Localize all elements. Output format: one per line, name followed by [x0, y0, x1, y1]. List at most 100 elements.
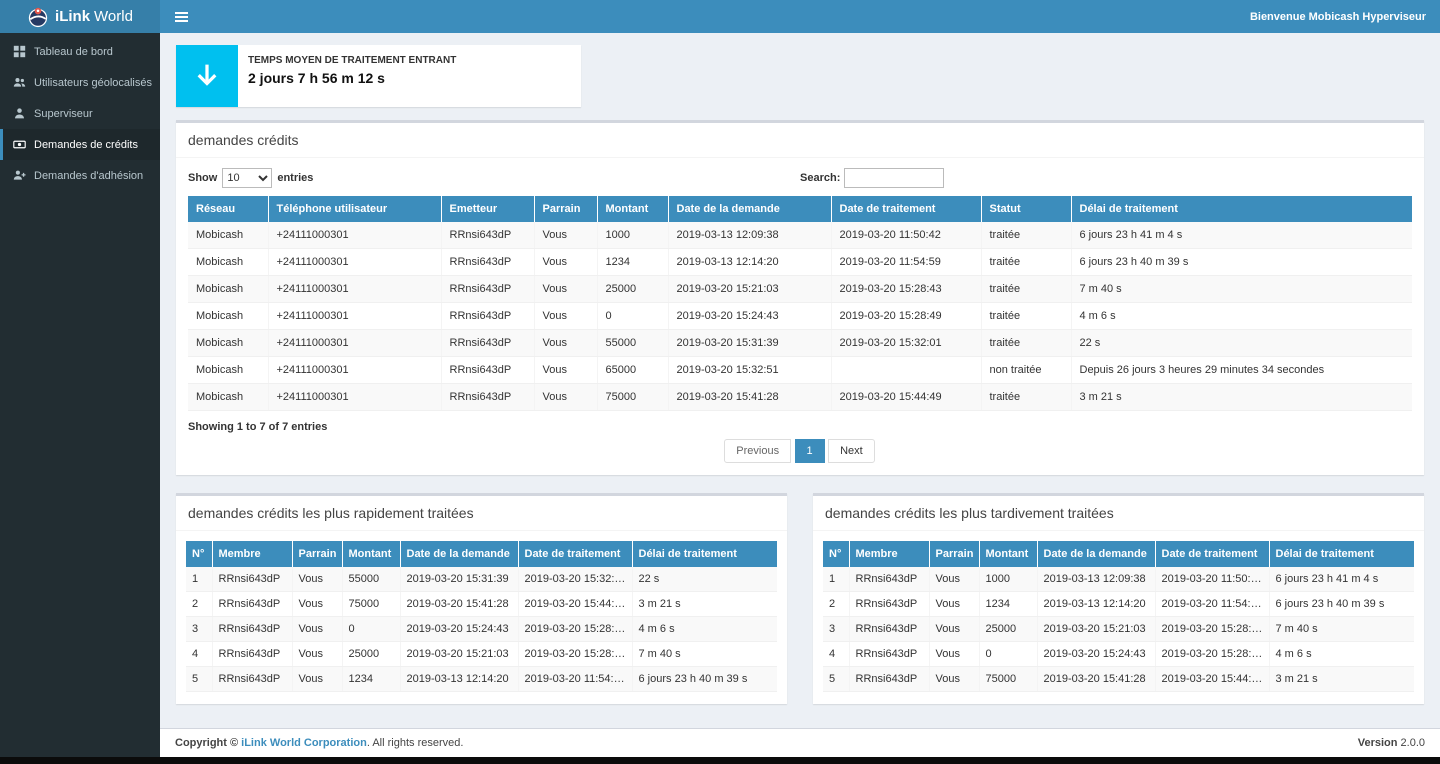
- table-cell: traitée: [981, 330, 1071, 357]
- column-header[interactable]: N°: [823, 541, 849, 567]
- column-header[interactable]: Délai de traitement: [1071, 196, 1412, 222]
- table-cell: 2019-03-20 11:50:42: [831, 222, 981, 249]
- table-cell: Vous: [929, 592, 979, 617]
- table-cell: 6 jours 23 h 41 m 4 s: [1071, 222, 1412, 249]
- column-header[interactable]: Date de la demande: [400, 541, 518, 567]
- table-cell: Vous: [534, 276, 597, 303]
- column-header[interactable]: Montant: [979, 541, 1037, 567]
- column-header[interactable]: Date de traitement: [831, 196, 981, 222]
- table-cell: RRnsi643dP: [441, 384, 534, 411]
- page-length-select[interactable]: 10: [222, 168, 272, 188]
- table-cell: 25000: [342, 642, 400, 667]
- column-header[interactable]: Date de la demande: [668, 196, 831, 222]
- table-cell: 3 m 21 s: [1269, 667, 1414, 692]
- search-input[interactable]: [844, 168, 944, 188]
- version-label: Version: [1358, 737, 1401, 749]
- table-cell: 6 jours 23 h 40 m 39 s: [1071, 249, 1412, 276]
- bottom-panels-row: demandes crédits les plus rapidement tra…: [176, 493, 1424, 704]
- table-row: 1RRnsi643dPVous550002019-03-20 15:31:392…: [186, 567, 777, 592]
- sidebar-item-demandes-d-adhesion[interactable]: Demandes d'adhésion: [0, 160, 160, 191]
- pagination-previous-button[interactable]: Previous: [724, 439, 791, 463]
- sidebar-toggle-button[interactable]: [160, 0, 202, 33]
- table-cell: 4: [823, 642, 849, 667]
- latest-panel: demandes crédits les plus tardivement tr…: [813, 493, 1424, 704]
- table-row: 2RRnsi643dPVous750002019-03-20 15:41:282…: [186, 592, 777, 617]
- table-cell: 2019-03-13 12:14:20: [1037, 592, 1155, 617]
- table-cell: 2019-03-13 12:09:38: [1037, 567, 1155, 592]
- table-cell: Vous: [534, 222, 597, 249]
- column-header[interactable]: Montant: [342, 541, 400, 567]
- table-cell: 55000: [342, 567, 400, 592]
- sidebar-item-utilisateurs-geolocalises[interactable]: Utilisateurs géolocalisés: [0, 67, 160, 98]
- pagination-next-button[interactable]: Next: [828, 439, 875, 463]
- column-header[interactable]: Date de traitement: [1155, 541, 1269, 567]
- column-header[interactable]: Date de traitement: [518, 541, 632, 567]
- column-header[interactable]: Délai de traitement: [632, 541, 777, 567]
- table-cell: 2019-03-20 15:21:03: [1037, 617, 1155, 642]
- column-header[interactable]: Membre: [212, 541, 292, 567]
- column-header[interactable]: Délai de traitement: [1269, 541, 1414, 567]
- column-header[interactable]: Montant: [597, 196, 668, 222]
- table-cell: +24111000301: [268, 276, 441, 303]
- table-cell: 2019-03-13 12:09:38: [668, 222, 831, 249]
- column-header[interactable]: Parrain: [534, 196, 597, 222]
- app-logo[interactable]: iLinkWorld: [0, 0, 160, 33]
- table-row: Mobicash+24111000301RRnsi643dPVous550002…: [188, 330, 1412, 357]
- sidebar-item-label: Tableau de bord: [34, 46, 113, 58]
- table-row: Mobicash+24111000301RRnsi643dPVous02019-…: [188, 303, 1412, 330]
- table-cell: 2019-03-20 15:28:43: [831, 276, 981, 303]
- sidebar-item-superviseur[interactable]: Superviseur: [0, 98, 160, 129]
- fastest-panel-body: N°MembreParrainMontantDate de la demande…: [176, 531, 787, 704]
- users-icon: [13, 76, 27, 89]
- column-header[interactable]: Parrain: [929, 541, 979, 567]
- sidebar-menu: Tableau de bord Utilisateurs géolocalisé…: [0, 36, 160, 191]
- pagination-page-1-button[interactable]: 1: [795, 439, 825, 463]
- table-cell: Depuis 26 jours 3 heures 29 minutes 34 s…: [1071, 357, 1412, 384]
- welcome-user-menu[interactable]: Bienvenue Mobicash Hyperviseur: [1250, 11, 1440, 23]
- table-row: 2RRnsi643dPVous12342019-03-13 12:14:2020…: [823, 592, 1414, 617]
- copyright-text: Copyright © iLink World Corporation. All…: [175, 737, 463, 749]
- brand-globe-icon: [27, 6, 49, 28]
- copyright-label: Copyright ©: [175, 737, 241, 749]
- column-header[interactable]: Emetteur: [441, 196, 534, 222]
- table-cell: 2019-03-20 15:28:43: [518, 642, 632, 667]
- table-cell: RRnsi643dP: [212, 617, 292, 642]
- table-cell: 2019-03-20 15:41:28: [668, 384, 831, 411]
- brand-name-light: World: [94, 8, 133, 25]
- info-box-value: 2 jours 7 h 56 m 12 s: [248, 70, 456, 86]
- column-header[interactable]: Membre: [849, 541, 929, 567]
- sidebar-item-label: Demandes d'adhésion: [34, 170, 143, 182]
- table-cell: 2019-03-20 15:32:01: [831, 330, 981, 357]
- sidebar-item-demandes-de-credits[interactable]: Demandes de crédits: [0, 129, 160, 160]
- credits-panel: demandes crédits Show 10 entries Search:…: [176, 120, 1424, 475]
- table-cell: 2019-03-20 15:41:28: [400, 592, 518, 617]
- table-cell: 2019-03-20 15:24:43: [1037, 642, 1155, 667]
- sidebar-item-tableau-de-bord[interactable]: Tableau de bord: [0, 36, 160, 67]
- column-header[interactable]: N°: [186, 541, 212, 567]
- column-header[interactable]: Réseau: [188, 196, 268, 222]
- table-cell: 1234: [979, 592, 1037, 617]
- table-cell: 2019-03-20 15:21:03: [668, 276, 831, 303]
- table-cell: +24111000301: [268, 384, 441, 411]
- table-cell: traitée: [981, 222, 1071, 249]
- table-cell: RRnsi643dP: [441, 357, 534, 384]
- column-header[interactable]: Téléphone utilisateur: [268, 196, 441, 222]
- brand-name-bold: iLink: [55, 8, 90, 25]
- table-cell: Vous: [929, 617, 979, 642]
- column-header[interactable]: Parrain: [292, 541, 342, 567]
- table-cell: 6 jours 23 h 40 m 39 s: [1269, 592, 1414, 617]
- table-cell: Vous: [929, 667, 979, 692]
- table-cell: 1000: [979, 567, 1037, 592]
- table-cell: RRnsi643dP: [849, 642, 929, 667]
- column-header[interactable]: Statut: [981, 196, 1071, 222]
- column-header[interactable]: Date de la demande: [1037, 541, 1155, 567]
- table-cell: 2: [823, 592, 849, 617]
- table-cell: +24111000301: [268, 357, 441, 384]
- table-cell: RRnsi643dP: [212, 642, 292, 667]
- table-cell: RRnsi643dP: [849, 667, 929, 692]
- credits-table: RéseauTéléphone utilisateurEmetteurParra…: [188, 196, 1412, 411]
- company-link[interactable]: iLink World Corporation: [241, 737, 367, 749]
- footer: Copyright © iLink World Corporation. All…: [160, 728, 1440, 757]
- table-header-row: N°MembreParrainMontantDate de la demande…: [186, 541, 777, 567]
- table-cell: 4 m 6 s: [632, 617, 777, 642]
